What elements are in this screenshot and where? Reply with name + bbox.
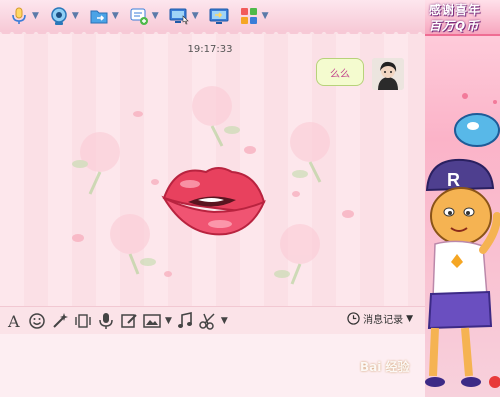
chevron-down-icon[interactable]: ▼ — [112, 11, 119, 21]
chevron-down-icon[interactable]: ▼ — [165, 316, 172, 326]
send-file-icon — [90, 10, 108, 24]
voice-call-button[interactable]: ▼ — [6, 3, 42, 29]
font-icon[interactable]: A — [4, 311, 24, 331]
microphone-icon — [12, 7, 26, 24]
video-camera-icon — [51, 7, 67, 25]
cartoon-character-illustration: R — [425, 93, 500, 388]
chevron-down-icon: ▼ — [406, 313, 413, 324]
promo-banner[interactable]: 感谢喜年 百万Q币 R — [425, 0, 500, 397]
svg-text:R: R — [447, 170, 460, 190]
magic-wand-icon[interactable] — [50, 311, 70, 331]
remote-desktop-icon — [169, 8, 189, 25]
top-toolbar: ▼ ▼ ▼ ▼ ▼ ▼ — [0, 0, 425, 32]
svg-text:A: A — [7, 312, 20, 331]
apps-button[interactable]: ▼ — [236, 3, 272, 29]
rose-decoration — [274, 224, 320, 285]
rose-decoration — [290, 122, 330, 183]
clock-icon — [347, 312, 360, 325]
music-icon[interactable] — [175, 311, 195, 331]
scissors-icon[interactable] — [198, 311, 218, 331]
chevron-down-icon[interactable]: ▼ — [32, 11, 39, 21]
emoji-icon[interactable] — [27, 311, 47, 331]
rose-decoration — [110, 214, 156, 275]
send-file-button[interactable]: ▼ — [86, 3, 122, 29]
banner-text-line2: 百万Q币 — [429, 19, 480, 33]
create-discussion-button[interactable]: ▼ — [126, 3, 162, 29]
chevron-down-icon[interactable]: ▼ — [152, 11, 159, 21]
watermark-text: Bai 经验 — [360, 360, 410, 374]
screenshot-edit-icon[interactable] — [119, 311, 139, 331]
chevron-down-icon[interactable]: ▼ — [221, 316, 228, 326]
new-message-icon — [130, 8, 148, 25]
rose-decoration — [72, 132, 120, 195]
chevron-down-icon[interactable]: ▼ — [262, 11, 269, 21]
apps-icon — [240, 8, 257, 24]
screen-share-button[interactable] — [206, 3, 232, 29]
message-history-button[interactable]: 消息记录 ▼ — [347, 311, 413, 326]
lips-sticker — [161, 167, 266, 236]
banner-text-line1: 感谢喜年 — [429, 3, 482, 17]
voice-message-icon[interactable] — [96, 311, 116, 331]
vibrate-window-icon[interactable] — [73, 311, 93, 331]
chat-theme-background — [72, 86, 354, 285]
remote-desktop-button[interactable]: ▼ — [166, 3, 202, 29]
chevron-down-icon[interactable]: ▼ — [72, 11, 79, 21]
video-call-button[interactable]: ▼ — [46, 3, 82, 29]
message-history-label: 消息记录 — [363, 315, 404, 326]
send-image-icon[interactable] — [142, 311, 162, 331]
screen-share-icon — [209, 8, 229, 24]
rose-decoration — [192, 86, 240, 147]
chevron-down-icon[interactable]: ▼ — [192, 11, 199, 21]
input-toolbar: A ▼ ▼ 消息记录 ▼ — [0, 306, 425, 334]
